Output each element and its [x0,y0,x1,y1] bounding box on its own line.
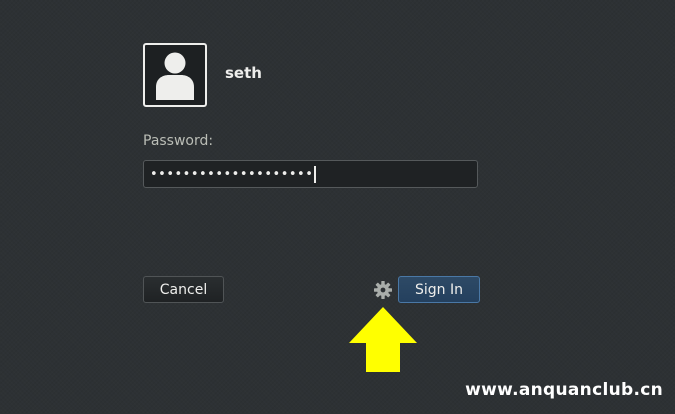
username-label: seth [225,64,262,82]
watermark-text: www.anquanclub.cn [465,380,663,400]
session-settings-button[interactable] [373,280,393,300]
up-arrow-icon [349,307,417,372]
person-silhouette-icon [156,52,194,100]
text-cursor [314,165,317,183]
cancel-button[interactable]: Cancel [143,276,224,303]
user-avatar [143,43,207,107]
gear-icon [374,281,392,299]
password-label: Password: [143,133,214,149]
password-masked-text: •••••••••••••••••••• [150,166,314,182]
sign-in-button[interactable]: Sign In [398,276,480,303]
password-input[interactable]: •••••••••••••••••••• [143,160,478,188]
